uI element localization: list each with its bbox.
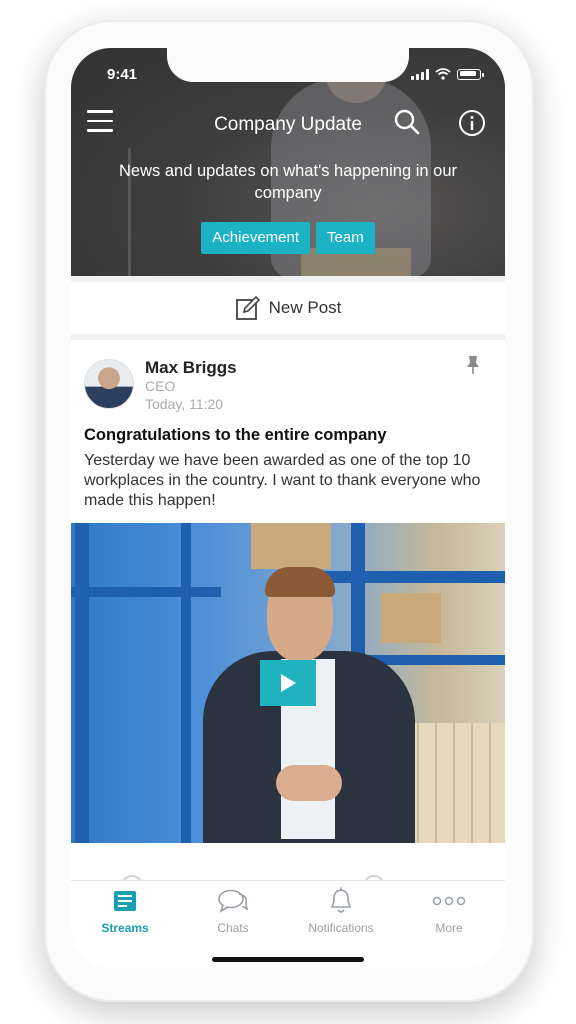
shelf-box — [381, 593, 441, 643]
shelf-post — [75, 523, 89, 843]
channel-description: News and updates on what's happening in … — [119, 162, 457, 202]
author-role: CEO — [145, 378, 176, 394]
signal-icon — [411, 68, 429, 80]
post-body: Yesterday we have been awarded as one of… — [84, 452, 481, 509]
device-notch — [167, 48, 409, 82]
play-button[interactable] — [260, 660, 316, 706]
shelf-beam — [311, 571, 505, 583]
tab-label-more: More — [435, 921, 463, 935]
tab-label-streams: Streams — [101, 921, 149, 935]
post-title: Congratulations to the entire company — [84, 426, 387, 444]
bottom-tab-bar: Streams Chats Notifications More — [71, 880, 505, 968]
crates — [401, 723, 505, 843]
shelf-post — [181, 523, 191, 843]
post-video[interactable] — [71, 523, 505, 843]
app-screen: 9:41 Company Update News and updates on … — [71, 48, 505, 968]
tag-team[interactable]: Team — [316, 222, 375, 254]
pin-icon[interactable] — [465, 355, 481, 375]
person-hands — [276, 765, 342, 801]
status-time: 9:41 — [107, 66, 138, 83]
new-post-button[interactable]: New Post — [71, 282, 505, 334]
tab-notifications[interactable]: Notifications — [287, 881, 395, 953]
person-hair — [265, 567, 335, 597]
channel-tags: Achievement Team — [71, 222, 505, 254]
streams-icon — [114, 891, 136, 911]
post-timestamp: Today, 11:20 — [145, 396, 224, 412]
channel-header: 9:41 Company Update News and updates on … — [71, 48, 505, 276]
tab-label-notifications: Notifications — [308, 921, 374, 935]
play-icon — [281, 674, 296, 692]
tab-streams[interactable]: Streams — [71, 881, 179, 953]
shelf-box — [251, 523, 331, 569]
battery-icon — [457, 68, 484, 80]
status-icons — [411, 68, 484, 80]
tab-more[interactable]: More — [395, 881, 503, 953]
bell-icon — [330, 887, 352, 913]
tab-chats[interactable]: Chats — [179, 881, 287, 953]
home-indicator — [212, 957, 364, 962]
shelf-beam — [71, 587, 221, 597]
info-icon[interactable] — [458, 109, 486, 137]
post-card: Max Briggs CEO Today, 11:20 Congratulati… — [71, 340, 505, 880]
compose-icon — [235, 295, 260, 320]
wifi-icon — [435, 68, 451, 80]
new-post-label: New Post — [268, 298, 342, 317]
avatar[interactable] — [84, 359, 134, 409]
tag-achievement[interactable]: Achievement — [201, 222, 311, 254]
more-icon — [432, 896, 466, 906]
tab-label-chats: Chats — [217, 921, 249, 935]
chat-icon — [218, 889, 249, 913]
author-name[interactable]: Max Briggs — [145, 358, 237, 378]
search-icon[interactable] — [393, 108, 421, 136]
page-title: Company Update — [214, 114, 362, 135]
